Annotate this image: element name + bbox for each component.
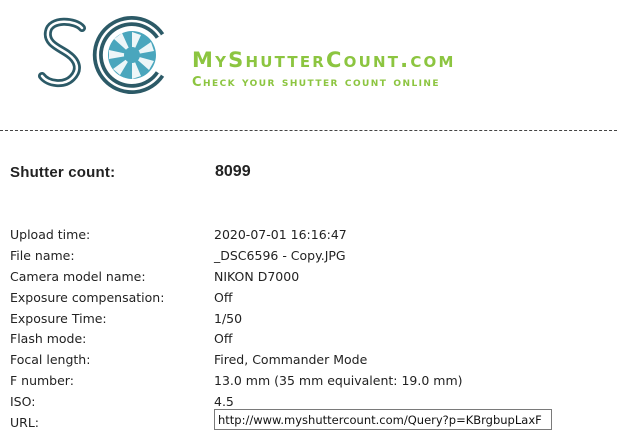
detail-row-file-name: File name: _DSC6596 - Copy.JPG [10, 247, 610, 268]
detail-row-url: URL: [10, 409, 610, 435]
shutter-count-value: 8099 [215, 163, 251, 180]
detail-value: Fired, Commander Mode [214, 352, 368, 368]
dashed-divider [0, 130, 617, 131]
site-name[interactable]: MyShutterCount.com [192, 48, 456, 72]
shutter-count-label: Shutter count: [10, 164, 116, 181]
detail-value: _DSC6596 - Copy.JPG [214, 247, 346, 263]
detail-label: Camera model name: [10, 268, 146, 284]
detail-value: 1/50 [214, 310, 243, 326]
url-label: URL: [10, 415, 40, 431]
detail-label: Exposure Time: [10, 310, 107, 326]
detail-value: 4.5 [214, 394, 234, 410]
detail-row-camera-model: Camera model name: NIKON D7000 [10, 268, 610, 289]
site-tagline: Check your shutter count online [192, 75, 441, 90]
detail-label: F number: [10, 373, 74, 389]
detail-label: Flash mode: [10, 331, 87, 347]
detail-row-exposure-time: Exposure Time: 1/50 [10, 310, 610, 331]
detail-label: ISO: [10, 394, 36, 410]
shutter-count-row: Shutter count: 8099 [10, 163, 610, 186]
detail-label: Focal length: [10, 352, 91, 368]
detail-row-upload-time: Upload time: 2020-07-01 16:16:47 [10, 226, 610, 247]
site-header: MyShutterCount.com Check your shutter co… [0, 0, 617, 108]
detail-label: Exposure compensation: [10, 289, 165, 305]
detail-row-exposure-compensation: Exposure compensation: Off [10, 289, 610, 310]
exif-details: Upload time: 2020-07-01 16:16:47 File na… [10, 226, 610, 435]
detail-value: NIKON D7000 [214, 268, 300, 284]
detail-value: Off [214, 331, 233, 347]
detail-label: File name: [10, 247, 75, 263]
site-logo-icon[interactable] [38, 14, 172, 94]
detail-label: Upload time: [10, 227, 91, 242]
detail-value: Off [214, 289, 233, 305]
detail-value: 13.0 mm (35 mm equivalent: 19.0 mm) [214, 373, 463, 389]
detail-row-flash-mode: Flash mode: Off [10, 330, 610, 351]
url-field[interactable] [214, 409, 552, 431]
detail-row-f-number: F number: 13.0 mm (35 mm equivalent: 19.… [10, 372, 610, 393]
detail-value: 2020-07-01 16:16:47 [214, 227, 347, 242]
detail-row-focal-length: Focal length: Fired, Commander Mode [10, 351, 610, 372]
